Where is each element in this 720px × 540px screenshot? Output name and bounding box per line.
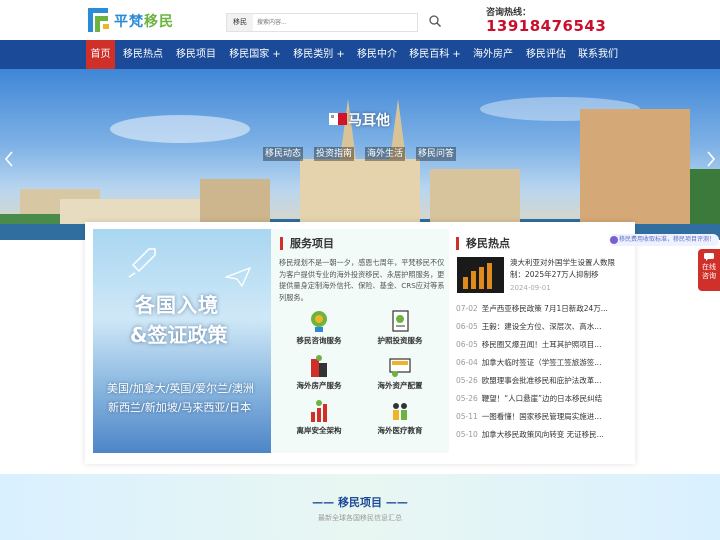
news-list-item[interactable]: 05-11 一图看懂！国家移民管理局实施进... [456, 411, 626, 423]
news-list-item[interactable]: 06-05 王毅：建设全方位、深层次、高水... [456, 321, 626, 333]
projects-section: —— 移民项目 —— 最新全球各国移民信息汇总 [0, 474, 720, 540]
featured-news-date: 2024-09-01 [510, 284, 551, 292]
people-icon [393, 403, 407, 420]
chat-icon [704, 253, 714, 261]
search-category-select[interactable]: 移民 [227, 14, 253, 31]
hero-tag-life[interactable]: 海外生活 [365, 147, 406, 161]
news-title: 移民热点 [456, 237, 510, 250]
service-passport[interactable]: 护照投资服务 [366, 308, 434, 346]
globe-consult-icon [311, 311, 327, 332]
hero-country-title: 马耳他 [348, 113, 390, 129]
news-panel: 移民热点 澳大利亚对外国学生设置人数限制：2025年27万人抑制移 2024-0… [456, 229, 626, 453]
service-consult[interactable]: 移民咨询服务 [285, 308, 353, 346]
hotline-number[interactable]: 13918476543 [486, 17, 606, 35]
paper-plane-icon [225, 267, 251, 287]
service-property[interactable]: 海外房产服务 [285, 353, 353, 391]
chevron-right-icon[interactable] [706, 151, 716, 167]
news-list-item[interactable]: 05-26 鞭望！“人口悬崖”边的日本移民纠结 [456, 393, 626, 405]
nav-item-hot[interactable]: 移民热点 [119, 40, 167, 69]
hero-banner[interactable]: 马耳他 移民动态 投资指南 海外生活 移民问答 [0, 69, 720, 240]
hero-tag-news[interactable]: 移民动态 [263, 147, 304, 161]
promo-headline-2: &签证政策 [130, 323, 228, 347]
projects-title: —— 移民项目 —— [312, 496, 408, 509]
services-panel: 服务项目 移民规划不是一朝一夕，感恩七周年，平梵移民不仅为客户提供专业的海外投资… [271, 229, 449, 453]
building-icon [311, 355, 327, 377]
service-medical[interactable]: 海外医疗教育 [366, 398, 434, 436]
hero-tag-qa[interactable]: 移民问答 [416, 147, 457, 161]
bar-chart-thumbnail-icon [463, 263, 492, 289]
nav-item-agencies[interactable]: 移民中介 [353, 40, 401, 69]
passport-icon [392, 310, 409, 332]
hero-cityscape [0, 97, 720, 240]
floating-ticker[interactable]: 移民费用收取标准，移民项目评测！ [609, 234, 719, 246]
chart-icon [311, 400, 327, 422]
promo-countries-2: 新西兰/新加坡/马来西亚/日本 [108, 401, 252, 414]
news-list-item[interactable]: 06-04 加拿大临时签证（学签工签旅游签... [456, 357, 626, 369]
services-title: 服务项目 [280, 237, 334, 250]
nav-item-property[interactable]: 海外房产 [469, 40, 517, 69]
promo-headline-1: 各国入境 [135, 293, 219, 317]
nav-item-contact[interactable]: 联系我们 [574, 40, 622, 69]
search-icon[interactable] [428, 14, 442, 28]
logo-mark-icon [88, 8, 109, 32]
nav-item-home[interactable]: 首页 [86, 40, 115, 69]
visa-policy-promo[interactable]: 各国入境 &签证政策 美国/加拿大/英国/爱尔兰/澳洲 新西兰/新加坡/马来西亚… [93, 229, 271, 453]
news-list-item[interactable]: 05-10 加拿大移民政策风向转变 无证移民... [456, 429, 626, 441]
search-box: 移民 [226, 13, 418, 32]
nav-item-projects[interactable]: 移民项目 [172, 40, 220, 69]
logo-text: 平梵移民 [114, 14, 174, 30]
top-header: 平梵移民 移民 咨询热线： 13918476543 [0, 0, 720, 40]
news-list-item[interactable]: 07-02 圣卢西亚移民政策 7月1日新政24万... [456, 303, 626, 315]
service-assets[interactable]: 海外资产配置 [366, 353, 434, 391]
malta-flag-icon [329, 113, 347, 125]
nav-item-countries[interactable]: 移民国家 + [225, 40, 285, 69]
visa-icon [389, 358, 411, 377]
online-consult-button[interactable]: 在线咨询 [698, 249, 720, 291]
hero-tag-invest[interactable]: 投资指南 [314, 147, 355, 161]
nav-item-assessment[interactable]: 移民评估 [522, 40, 570, 69]
nav-item-categories[interactable]: 移民类别 + [289, 40, 349, 69]
news-list-item[interactable]: 06-05 移民圈又爆丑闻！土耳其护照项目... [456, 339, 626, 351]
featured-news-image[interactable] [457, 257, 504, 293]
projects-subtitle: 最新全球各国移民信息汇总 [318, 514, 402, 522]
main-nav: 首页 移民热点 移民项目 移民国家 + 移民类别 + 移民中介 移民百科 + 海… [0, 40, 720, 69]
chevron-left-icon[interactable] [4, 151, 14, 167]
news-list-item[interactable]: 05-26 欧盟理事会批准移民和庇护法改革... [456, 375, 626, 387]
nav-item-wiki[interactable]: 移民百科 + [405, 40, 465, 69]
search-input[interactable] [257, 16, 412, 29]
featured-news-title[interactable]: 澳大利亚对外国学生设置人数限制：2025年27万人抑制移 [510, 257, 628, 281]
rocket-icon [128, 248, 156, 278]
promo-countries-1: 美国/加拿大/英国/爱尔兰/澳洲 [107, 382, 254, 395]
site-logo[interactable]: 平梵移民 [86, 6, 186, 34]
services-description: 移民规划不是一朝一夕，感恩七周年，平梵移民不仅为客户提供专业的海外投资移民、永居… [279, 258, 445, 302]
service-offshore[interactable]: 离岸安全架构 [285, 398, 353, 436]
